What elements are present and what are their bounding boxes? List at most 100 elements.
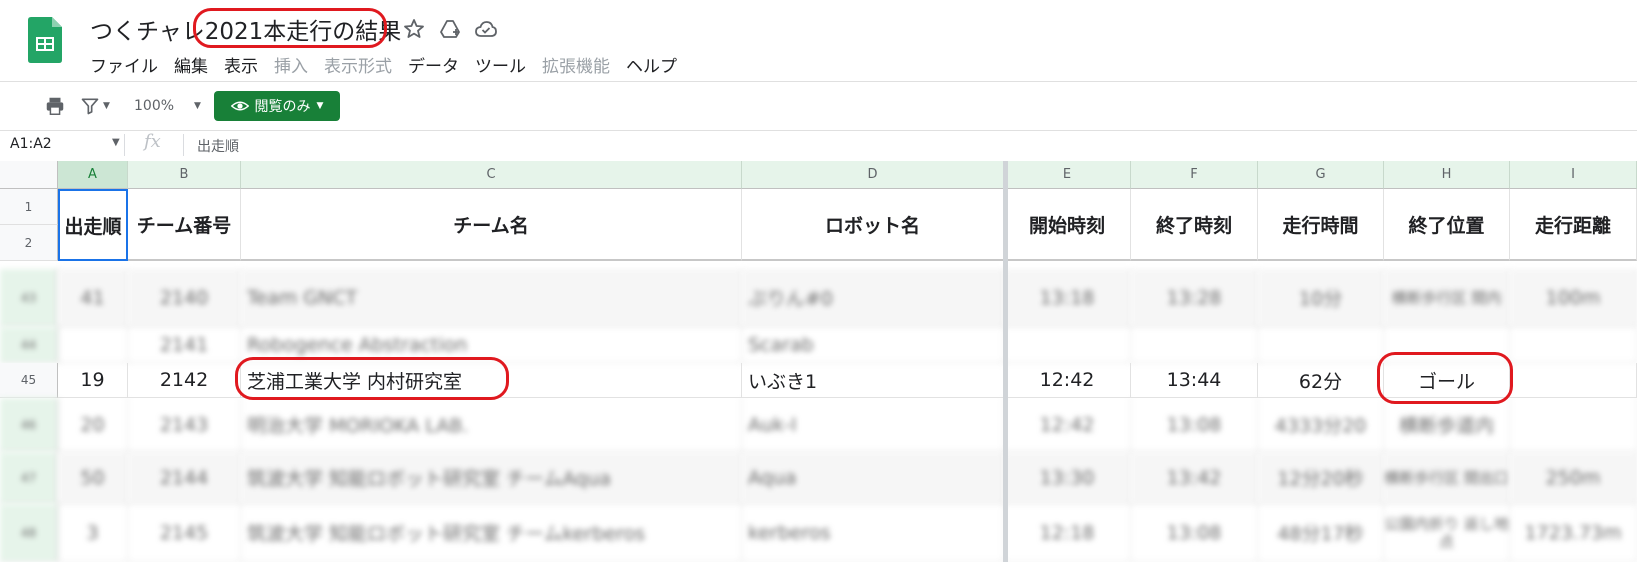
table-cell[interactable]: 41: [58, 269, 128, 327]
table-cell[interactable]: [1384, 327, 1510, 363]
header-cell-a[interactable]: 出走順: [58, 189, 128, 261]
table-cell[interactable]: [1004, 327, 1131, 363]
table-cell[interactable]: ゴール: [1384, 363, 1510, 398]
table-cell[interactable]: 芝浦工業大学 内村研究室: [241, 363, 742, 398]
column-header-i[interactable]: I: [1510, 161, 1637, 189]
table-cell[interactable]: 2143: [128, 398, 241, 452]
table-cell[interactable]: 48分17秒: [1258, 504, 1384, 562]
column-header-g[interactable]: G: [1258, 161, 1384, 189]
table-cell[interactable]: 1723.73m: [1510, 504, 1637, 562]
table-cell[interactable]: 2142: [128, 363, 241, 398]
table-cell[interactable]: 2145: [128, 504, 241, 562]
table-cell[interactable]: 13:30: [1004, 452, 1131, 504]
table-cell[interactable]: ぷりん#0: [742, 269, 1004, 327]
table-cell[interactable]: 12:18: [1004, 504, 1131, 562]
header-cell-h[interactable]: 終了位置: [1384, 189, 1510, 261]
select-all-corner[interactable]: [0, 161, 58, 189]
menu-edit[interactable]: 編集: [174, 52, 208, 77]
table-cell[interactable]: [1510, 327, 1637, 363]
table-cell[interactable]: いぶき1: [742, 363, 1004, 398]
table-cell[interactable]: Auk-I: [742, 398, 1004, 452]
table-cell[interactable]: 13:08: [1131, 504, 1258, 562]
table-cell[interactable]: 13:44: [1131, 363, 1258, 398]
header-cell-g[interactable]: 走行時間: [1258, 189, 1384, 261]
zoom-select[interactable]: 100% ▼: [134, 86, 201, 126]
table-cell[interactable]: 50: [58, 452, 128, 504]
formula-value[interactable]: 出走順: [197, 136, 239, 156]
menu-file[interactable]: ファイル: [90, 52, 158, 77]
header-cell-d[interactable]: ロボット名: [742, 189, 1004, 261]
table-cell[interactable]: 横断歩行区 間出口: [1384, 452, 1510, 504]
column-header-h[interactable]: H: [1384, 161, 1510, 189]
table-cell[interactable]: 2144: [128, 452, 241, 504]
print-icon[interactable]: [44, 86, 66, 126]
table-cell[interactable]: kerberos: [742, 504, 1004, 562]
table-cell[interactable]: 100m: [1510, 269, 1637, 327]
table-cell[interactable]: [1131, 327, 1258, 363]
column-header-b[interactable]: B: [128, 161, 241, 189]
menu-tools[interactable]: ツール: [475, 52, 526, 77]
header-cell-i[interactable]: 走行距離: [1510, 189, 1637, 261]
table-cell[interactable]: 明治大学 MORIOKA LAB.: [241, 398, 742, 452]
frozen-column-divider[interactable]: [1003, 161, 1008, 562]
header-cell-f[interactable]: 終了時刻: [1131, 189, 1258, 261]
view-only-button[interactable]: 閲覧のみ ▼: [214, 91, 340, 121]
table-cell[interactable]: [58, 327, 128, 363]
sheets-logo-icon[interactable]: [28, 17, 62, 63]
row-header-46[interactable]: 46: [0, 398, 58, 452]
table-cell[interactable]: [1510, 398, 1637, 452]
column-header-f[interactable]: F: [1131, 161, 1258, 189]
header-cell-c[interactable]: チーム名: [241, 189, 742, 261]
table-cell[interactable]: 20: [58, 398, 128, 452]
table-cell[interactable]: 12:42: [1004, 398, 1131, 452]
table-cell[interactable]: 12分20秒: [1258, 452, 1384, 504]
table-cell[interactable]: Scarab: [742, 327, 1004, 363]
table-cell[interactable]: 250m: [1510, 452, 1637, 504]
row-header-43[interactable]: 43: [0, 269, 58, 327]
menu-data[interactable]: データ: [408, 52, 459, 77]
table-cell[interactable]: 12:42: [1004, 363, 1131, 398]
table-cell[interactable]: 筑波大学 知能ロボット研究室 チームAqua: [241, 452, 742, 504]
filter-icon[interactable]: ▼: [80, 86, 110, 126]
table-cell[interactable]: 3: [58, 504, 128, 562]
table-cell[interactable]: 13:18: [1004, 269, 1131, 327]
table-cell[interactable]: 公園内折り 返し地点: [1384, 504, 1510, 562]
spreadsheet-grid[interactable]: A B C D E F G H I 1 2 出走順 チーム番号 チーム名 ロボット名 開始時刻 終了時刻 走行時間…: [0, 161, 1637, 562]
table-cell[interactable]: 19: [58, 363, 128, 398]
table-cell[interactable]: 横断歩道内: [1384, 398, 1510, 452]
table-cell[interactable]: [1258, 327, 1384, 363]
table-cell[interactable]: 2141: [128, 327, 241, 363]
table-cell[interactable]: 筑波大学 知能ロボット研究室 チームkerberos: [241, 504, 742, 562]
table-cell[interactable]: Aqua: [742, 452, 1004, 504]
menu-view[interactable]: 表示: [224, 52, 258, 77]
table-cell[interactable]: 13:28: [1131, 269, 1258, 327]
column-header-a[interactable]: A: [58, 161, 128, 189]
table-cell[interactable]: 2140: [128, 269, 241, 327]
table-cell[interactable]: Team GNCT: [241, 269, 742, 327]
row-header-1[interactable]: 1: [0, 189, 58, 225]
column-header-c[interactable]: C: [241, 161, 742, 189]
column-header-d[interactable]: D: [742, 161, 1004, 189]
row-header-44[interactable]: 44: [0, 327, 58, 363]
table-cell[interactable]: 4333分20: [1258, 398, 1384, 452]
move-to-drive-icon[interactable]: [438, 17, 462, 41]
header-cell-b[interactable]: チーム番号: [128, 189, 241, 261]
table-cell[interactable]: 13:08: [1131, 398, 1258, 452]
row-header-47[interactable]: 47: [0, 452, 58, 504]
column-header-e[interactable]: E: [1004, 161, 1131, 189]
menu-help[interactable]: ヘルプ: [626, 52, 677, 77]
cloud-status-icon[interactable]: [474, 17, 498, 41]
table-cell[interactable]: 62分: [1258, 363, 1384, 398]
table-cell[interactable]: 10分: [1258, 269, 1384, 327]
row-header-2[interactable]: 2: [0, 225, 58, 261]
name-box[interactable]: A1:A2: [10, 136, 52, 152]
header-cell-e[interactable]: 開始時刻: [1004, 189, 1131, 261]
filter-dropdown-icon[interactable]: ▼: [103, 101, 110, 111]
row-header-48[interactable]: 48: [0, 504, 58, 562]
table-cell[interactable]: [1510, 363, 1637, 398]
star-icon[interactable]: [402, 17, 426, 41]
table-cell[interactable]: 13:42: [1131, 452, 1258, 504]
name-box-chevron-down-icon[interactable]: ▼: [112, 137, 120, 148]
table-cell[interactable]: 横断歩行区 間内: [1384, 269, 1510, 327]
table-cell[interactable]: Robogence Abstraction: [241, 327, 742, 363]
